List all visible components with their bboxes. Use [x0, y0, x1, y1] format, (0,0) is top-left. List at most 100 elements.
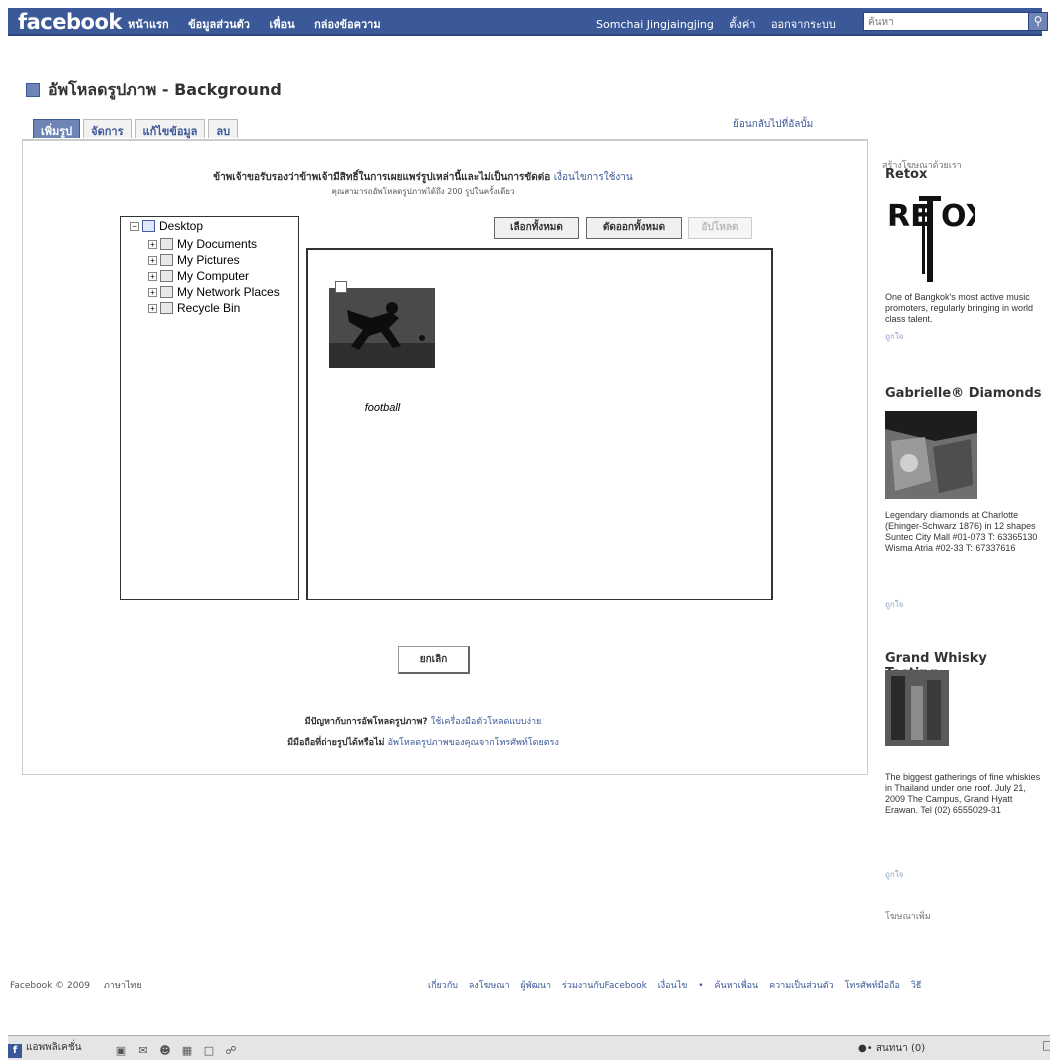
chat-person-icon: ●• — [858, 1043, 873, 1054]
nav-home-link[interactable]: หน้าแรก — [128, 18, 169, 31]
ad-like-retox[interactable]: ถูกใจ — [885, 330, 903, 343]
ad-text-gabrielle: Legendary diamonds at Charlotte (Ehinger… — [885, 510, 1038, 553]
simple-uploader-link[interactable]: ใช้เครื่องมือตัวโหลดแบบง่าย — [431, 717, 542, 727]
recycle-bin-icon — [160, 302, 173, 314]
tree-item-my-computer[interactable]: + My Computer — [148, 269, 249, 283]
blue-header: facebook หน้าแรก ข้อมูลส่วนตัว เพื่อน กล… — [8, 8, 1048, 36]
retox-logo-image[interactable]: RE OX — [885, 190, 975, 282]
footer-link-help[interactable]: วิธี — [911, 981, 922, 991]
nav-user-name-link[interactable]: Somchai Jingjaingjing — [596, 18, 714, 31]
pages-icon[interactable]: □ — [201, 1044, 217, 1058]
mobile-question-text: มีมือถือที่ถ่ายรูปได้หรือไม่ — [287, 738, 385, 748]
diamonds-ad-image[interactable] — [885, 411, 977, 499]
search-input[interactable]: ค้นหา — [863, 12, 1031, 31]
retox-logo: RE OX — [887, 196, 975, 282]
events-icon[interactable]: ▦ — [179, 1044, 195, 1058]
ad-like-whisky[interactable]: ถูกใจ — [885, 868, 903, 881]
tree-item-label: My Network Places — [177, 285, 280, 299]
folder-icon — [160, 254, 173, 266]
tab-add-photos[interactable]: เพิ่มรูป — [33, 119, 81, 138]
tab-edit-info[interactable]: แก้ไขข้อมูล — [134, 119, 206, 138]
tree-item-label: Desktop — [159, 219, 204, 233]
nav-profile-link[interactable]: ข้อมูลส่วนตัว — [188, 18, 250, 31]
nav-settings-link[interactable]: ตั้งค่า — [729, 18, 755, 31]
cancel-button[interactable]: ยกเลิก — [398, 646, 470, 674]
rights-notice: ข้าพเจ้าขอรับรองว่าข้าพเจ้ามีสิทธิ์ในการ… — [0, 170, 846, 185]
help-question-text: มีปัญหากับการอัพโหลดรูปภาพ? — [304, 717, 428, 727]
help-line-simple-uploader: มีปัญหากับการอัพโหลดรูปภาพ? ใช้เครื่องมื… — [0, 714, 846, 728]
tree-item-my-network-places[interactable]: + My Network Places — [148, 285, 280, 299]
chat-bar: f แอพพลิเคชั่น ▣ ✉ ☻ ▦ □ ☍ ●• สนทนา (0) □ — [8, 1035, 1050, 1060]
applications-label: แอพพลิเคชั่น — [26, 1042, 82, 1053]
notes-icon[interactable]: ✉ — [135, 1044, 151, 1058]
nav-friends-link[interactable]: เพื่อน — [269, 18, 294, 31]
folder-icon — [160, 238, 173, 250]
expand-icon[interactable]: + — [148, 288, 157, 297]
tree-item-my-documents[interactable]: + My Documents — [148, 237, 257, 251]
footer-links: เกี่ยวกับ ลงโฆษณา ผู้พัฒนา ร่วมงานกับFac… — [428, 978, 929, 992]
quick-launch-icons: ▣ ✉ ☻ ▦ □ ☍ — [113, 1039, 245, 1057]
whisky-ad-image[interactable] — [885, 670, 949, 746]
collapse-icon[interactable]: − — [130, 222, 139, 231]
footer-link-about[interactable]: เกี่ยวกับ — [428, 981, 458, 991]
footer-link-find-friends[interactable]: ค้นหาเพื่อน — [714, 981, 758, 991]
tree-item-my-pictures[interactable]: + My Pictures — [148, 253, 240, 267]
computer-icon — [160, 270, 173, 282]
help-line-mobile-upload: มีมือถือที่ถ่ายรูปได้หรือไม่ อัพโหลดรูปภ… — [0, 735, 846, 749]
photos-icon[interactable]: ▣ — [113, 1044, 129, 1058]
network-icon — [160, 286, 173, 298]
tree-item-label: My Documents — [177, 237, 258, 251]
album-tabs: เพิ่มรูป จัดการ แก้ไขข้อมูล ลบ — [33, 119, 241, 138]
facebook-square-icon: f — [8, 1044, 22, 1058]
chat-online-status[interactable]: ●• สนทนา (0) — [858, 1041, 925, 1056]
nav-inbox-link[interactable]: กล่องข้อความ — [314, 18, 380, 31]
notifications-icon[interactable]: □ — [1042, 1038, 1050, 1052]
select-all-button[interactable]: เลือกทั้งหมด — [494, 217, 579, 239]
back-to-album-link[interactable]: ย้อนกลับไปที่อัลบั้ม — [733, 117, 813, 132]
tree-item-desktop[interactable]: − Desktop — [130, 219, 203, 233]
upload-limit-note: คุณสามารถอัพโหลดรูปภาพได้ถึง 200 รูปในคร… — [331, 187, 515, 196]
upload-button[interactable]: อัปโหลด — [688, 217, 752, 239]
applications-menu[interactable]: f แอพพลิเคชั่น — [8, 1040, 82, 1058]
footer-link-mobile[interactable]: โทรศัพท์มือถือ — [845, 981, 900, 991]
desktop-icon — [142, 220, 155, 232]
ads-sidebar: สร้างโฆษณาด้วยเรา Retox RE OX One of Ban… — [872, 146, 1044, 926]
tab-delete[interactable]: ลบ — [208, 119, 239, 138]
ad-title-retox[interactable]: Retox — [885, 167, 927, 182]
photo-album-icon — [26, 83, 40, 97]
top-navigation-bar: facebook หน้าแรก ข้อมูลส่วนตัว เพื่อน กล… — [0, 0, 1050, 42]
ad-title-gabrielle[interactable]: Gabrielle® Diamonds — [885, 386, 1041, 401]
search-icon[interactable]: ⚲ — [1028, 12, 1048, 31]
footer-link-privacy[interactable]: ความเป็นส่วนตัว — [769, 981, 834, 991]
chat-online-label: สนทนา (0) — [875, 1043, 926, 1054]
photo-select-checkbox[interactable] — [335, 281, 347, 293]
groups-icon[interactable]: ☻ — [157, 1044, 173, 1058]
account-nav: Somchai Jingjaingjing ตั้งค่า ออกจากระบบ — [596, 15, 848, 33]
terms-link[interactable]: เงื่อนไขการใช้งาน — [554, 172, 633, 183]
expand-icon[interactable]: + — [148, 240, 157, 249]
footer-link-developers[interactable]: ผู้พัฒนา — [521, 981, 552, 991]
language-link[interactable]: ภาษาไทย — [104, 981, 142, 991]
footer-link-advertising[interactable]: ลงโฆษณา — [469, 981, 510, 991]
deselect-all-button[interactable]: ตัดออกทั้งหมด — [586, 217, 682, 239]
expand-icon[interactable]: + — [148, 304, 157, 313]
footer-left: Facebook © 2009 ภาษาไทย — [10, 978, 156, 992]
tree-item-label: Recycle Bin — [177, 301, 241, 315]
football-player-image — [329, 288, 435, 368]
facebook-logo[interactable]: facebook — [18, 10, 122, 34]
tab-organize[interactable]: จัดการ — [83, 119, 132, 138]
nav-logout-link[interactable]: ออกจากระบบ — [771, 18, 836, 31]
ad-text-retox: One of Bangkok's most active music promo… — [885, 292, 1034, 324]
photo-thumbnail[interactable] — [329, 288, 435, 368]
tree-item-label: My Pictures — [177, 253, 240, 267]
tree-item-label: My Computer — [177, 269, 250, 283]
tree-item-recycle-bin[interactable]: + Recycle Bin — [148, 301, 240, 315]
links-icon[interactable]: ☍ — [223, 1044, 239, 1058]
ad-like-gabrielle[interactable]: ถูกใจ — [885, 598, 903, 611]
footer-link-terms[interactable]: เงื่อนไข — [658, 981, 688, 991]
mobile-upload-link[interactable]: อัพโหลดรูปภาพของคุณจากโทรศัพท์โดยตรง — [388, 738, 559, 748]
expand-icon[interactable]: + — [148, 256, 157, 265]
expand-icon[interactable]: + — [148, 272, 157, 281]
footer-link-careers[interactable]: ร่วมงานกับFacebook — [562, 981, 647, 991]
more-ads-link[interactable]: โฆษณาเพิ่ม — [885, 909, 931, 923]
